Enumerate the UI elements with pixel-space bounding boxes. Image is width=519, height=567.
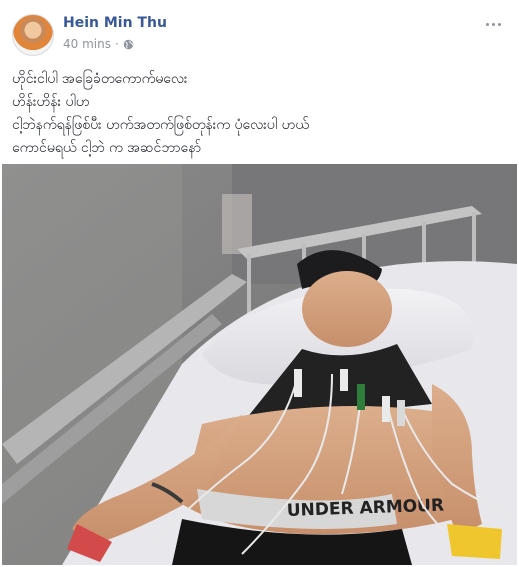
post-text-line: ကောင်မရယ် ငါ့ဘဲ က အဆင်ဘာနော် — [12, 140, 202, 156]
author-name[interactable]: Hein Min Thu — [63, 15, 167, 31]
ecg-clip — [294, 369, 302, 397]
avatar[interactable] — [12, 14, 54, 56]
ecg-clip — [397, 400, 405, 426]
wall-sign — [222, 194, 252, 254]
post-text-line: ငါ့ဘဲနက်ရန်ဖြစ်ပီး ဟက်အတက်ဖြစ်တုန်းက ပုံ… — [12, 117, 309, 133]
post-text: ဟိုင်းငါပါ အခြေခံတကောက်မလေး ဟိန်းဟိန်း ပ… — [12, 68, 507, 160]
ecg-clip — [340, 369, 348, 391]
post-text-line: ဟိုင်းငါပါ အခြေခံတကောက်မလေး — [12, 71, 188, 87]
post-header: Hein Min Thu 40 mins · — [12, 12, 507, 56]
post-meta: 40 mins · — [63, 37, 134, 51]
ecg-clip — [382, 396, 390, 422]
globe-icon[interactable] — [123, 39, 134, 50]
more-options-button[interactable] — [481, 16, 505, 32]
timestamp[interactable]: 40 mins — [63, 37, 111, 51]
yellow-pulse-clip — [447, 524, 502, 559]
separator: · — [114, 37, 119, 51]
face — [302, 271, 392, 347]
post-photo-illustration: UNDER ARMOUR — [2, 164, 517, 565]
post-text-line: ဟိန်းဟိန်း ပါဟ — [12, 94, 90, 110]
more-options-icon — [485, 22, 489, 26]
post-photo[interactable]: UNDER ARMOUR — [2, 164, 517, 565]
post-card: Hein Min Thu 40 mins · ဟိုင်းငါပါ အခြေခံ… — [0, 0, 519, 567]
ecg-clip — [357, 384, 365, 410]
